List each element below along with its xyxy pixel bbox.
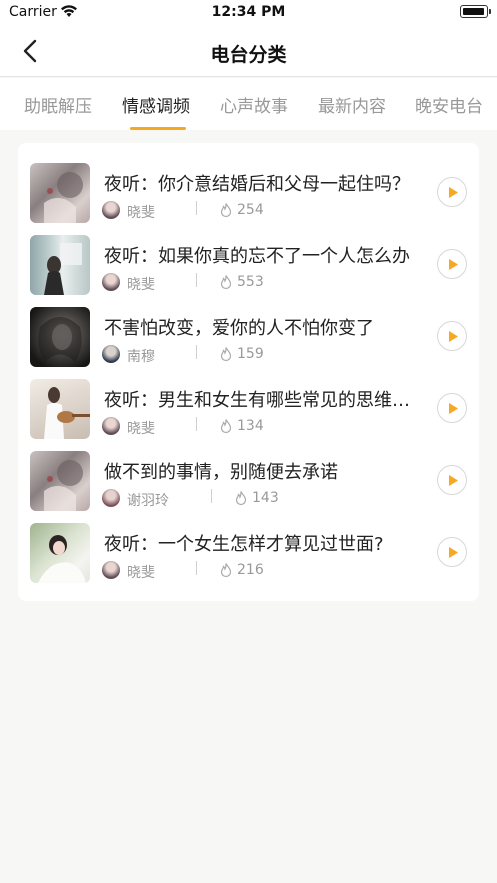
- list-item[interactable]: 不害怕改变，爱你的人不怕你变了 南穆 159: [18, 305, 479, 377]
- item-title: 夜听：一个女生怎样才算见过世面?: [104, 534, 384, 555]
- author-name: 南穆: [127, 349, 155, 365]
- list-item[interactable]: 夜听：一个女生怎样才算见过世面? 晓斐 216: [18, 521, 479, 593]
- play-icon: [449, 547, 458, 558]
- fire-icon: [220, 347, 232, 362]
- item-meta: 南穆 159: [102, 345, 282, 367]
- list-item[interactable]: 夜听：如果你真的忘不了一个人怎么办 晓斐 553: [18, 233, 479, 305]
- item-title: 夜听：如果你真的忘不了一个人怎么办: [104, 246, 410, 267]
- cover-image: [30, 307, 90, 367]
- divider: [196, 345, 197, 359]
- nav-bar: 电台分类: [0, 26, 497, 77]
- fire-icon: [220, 203, 232, 218]
- play-icon: [449, 259, 458, 270]
- cover-image: [30, 163, 90, 223]
- divider: [196, 201, 197, 215]
- play-icon: [449, 475, 458, 486]
- cover-image: [30, 235, 90, 295]
- play-count: 216: [237, 562, 264, 578]
- list-item[interactable]: 夜听：男生和女生有哪些常见的思维差异 晓斐 134: [18, 377, 479, 449]
- item-title: 做不到的事情，别随便去承诺: [104, 462, 338, 483]
- cover-image: [30, 523, 90, 583]
- radio-list: 夜听：你介意结婚后和父母一起住吗？ 晓斐 254 夜听：如果你真的忘不了一个人怎…: [18, 143, 479, 601]
- page-title: 电台分类: [210, 44, 287, 66]
- play-icon: [449, 403, 458, 414]
- author-name: 谢羽玲: [127, 493, 169, 509]
- play-button[interactable]: [437, 537, 467, 567]
- item-meta: 晓斐 216: [102, 561, 282, 583]
- divider: [196, 417, 197, 431]
- tab-latest[interactable]: 最新内容: [318, 92, 386, 117]
- cover-image: [30, 451, 90, 511]
- play-button[interactable]: [437, 393, 467, 423]
- tab-sleep[interactable]: 助眠解压: [24, 92, 92, 117]
- play-count: 159: [237, 346, 264, 362]
- avatar: [102, 273, 120, 291]
- avatar: [102, 489, 120, 507]
- list-item[interactable]: 做不到的事情，别随便去承诺 谢羽玲 143: [18, 449, 479, 521]
- author-name: 晓斐: [127, 565, 155, 581]
- battery-icon: [460, 5, 491, 18]
- fire-icon: [220, 563, 232, 578]
- author-name: 晓斐: [127, 205, 155, 221]
- divider: [196, 273, 197, 287]
- play-button[interactable]: [437, 177, 467, 207]
- play-button[interactable]: [437, 321, 467, 351]
- avatar: [102, 345, 120, 363]
- avatar: [102, 201, 120, 219]
- item-title: 不害怕改变，爱你的人不怕你变了: [104, 318, 374, 339]
- play-count: 553: [237, 274, 264, 290]
- avatar: [102, 417, 120, 435]
- play-icon: [449, 187, 458, 198]
- item-meta: 晓斐 254: [102, 201, 282, 223]
- play-icon: [449, 331, 458, 342]
- play-count: 143: [252, 490, 279, 506]
- cover-image: [30, 379, 90, 439]
- play-button[interactable]: [437, 465, 467, 495]
- item-title: 夜听：男生和女生有哪些常见的思维差异: [104, 390, 424, 411]
- play-count: 134: [237, 418, 264, 434]
- tab-emotion[interactable]: 情感调频: [122, 92, 190, 117]
- fire-icon: [220, 275, 232, 290]
- divider: [211, 489, 212, 503]
- item-meta: 晓斐 553: [102, 273, 282, 295]
- status-bar: Carrier 12:34 PM: [0, 0, 497, 26]
- clock: 12:34 PM: [211, 4, 286, 20]
- category-tabs: 助眠解压 情感调频 心声故事 最新内容 晚安电台: [0, 78, 497, 130]
- author-name: 晓斐: [127, 421, 155, 437]
- active-tab-indicator: [130, 127, 186, 130]
- fire-icon: [235, 491, 247, 506]
- item-title: 夜听：你介意结婚后和父母一起住吗？: [104, 174, 410, 195]
- item-meta: 谢羽玲 143: [102, 489, 302, 511]
- play-count: 254: [237, 202, 264, 218]
- author-name: 晓斐: [127, 277, 155, 293]
- tab-goodnight[interactable]: 晚安电台: [415, 92, 483, 117]
- divider: [196, 561, 197, 575]
- avatar: [102, 561, 120, 579]
- fire-icon: [220, 419, 232, 434]
- item-meta: 晓斐 134: [102, 417, 282, 439]
- play-button[interactable]: [437, 249, 467, 279]
- tab-stories[interactable]: 心声故事: [220, 92, 288, 117]
- list-item[interactable]: 夜听：你介意结婚后和父母一起住吗？ 晓斐 254: [18, 161, 479, 233]
